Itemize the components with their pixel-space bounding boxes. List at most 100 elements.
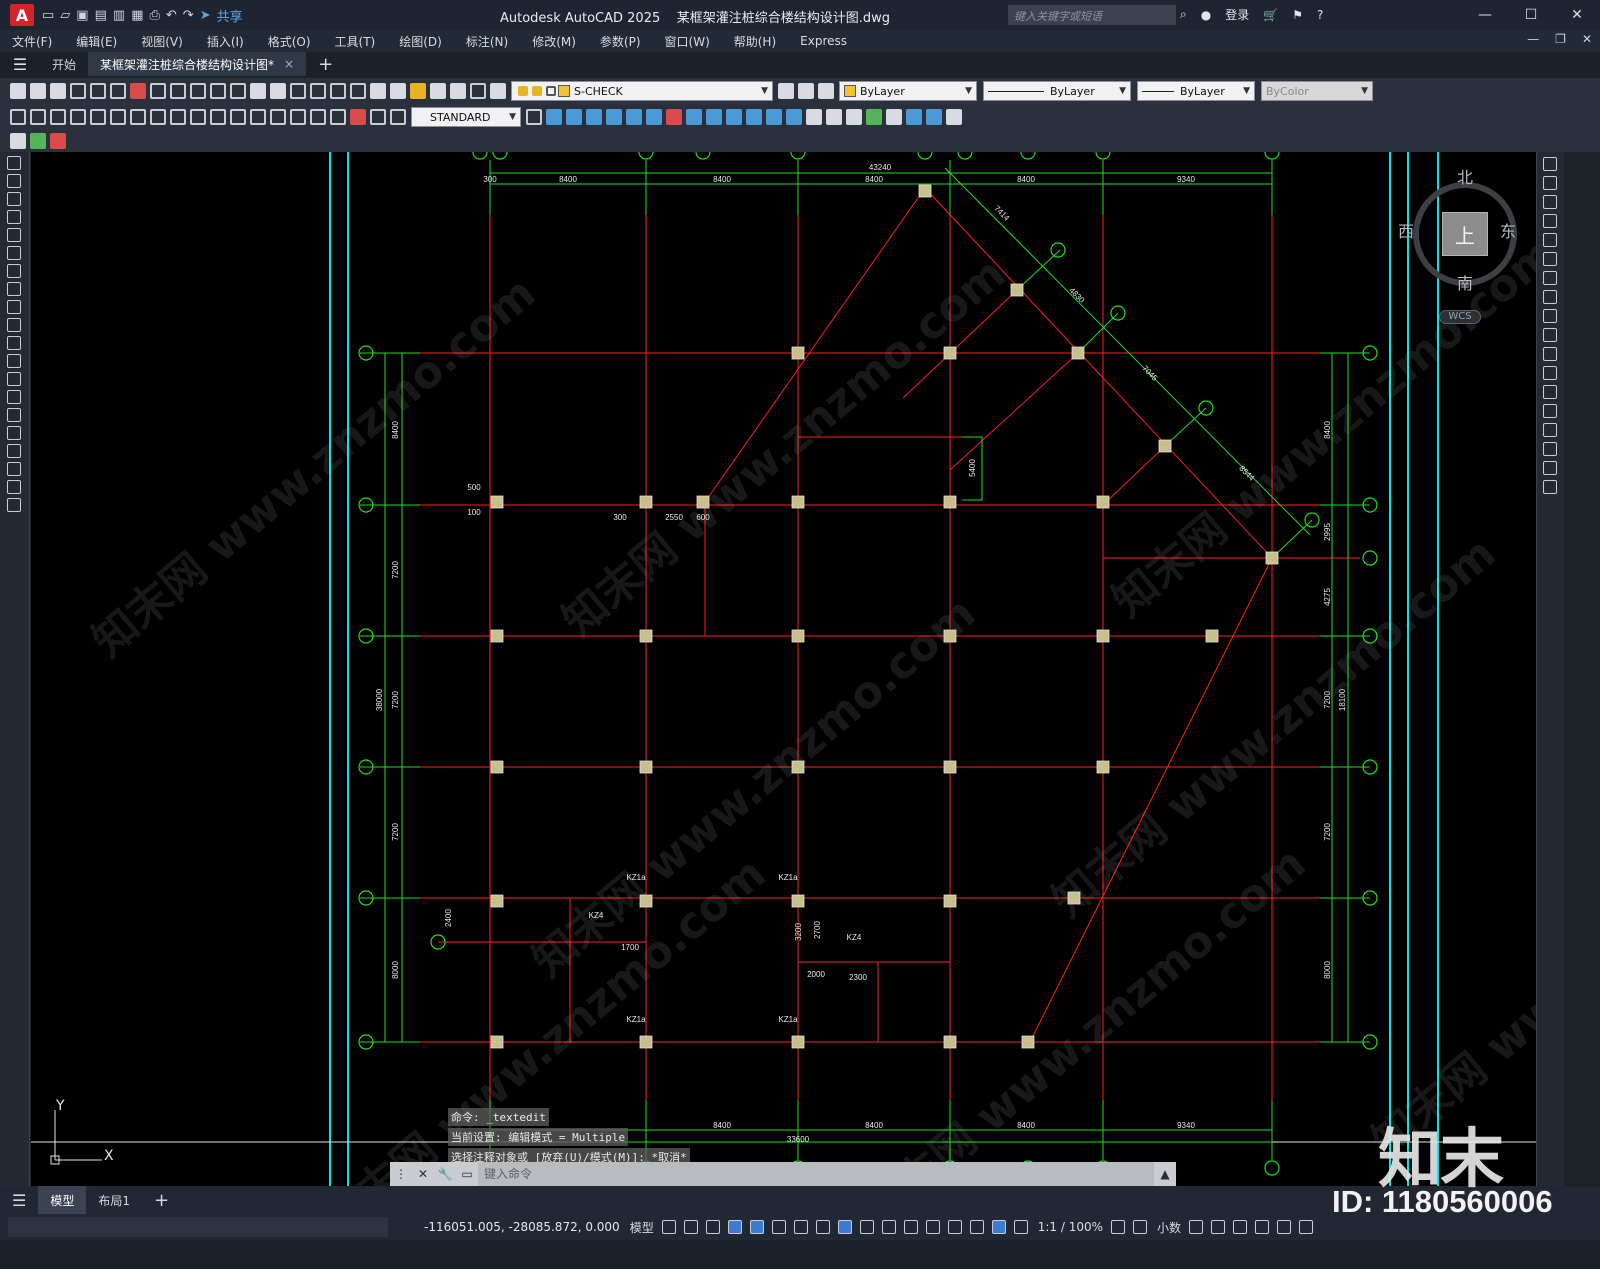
layer-states-icon[interactable] [818, 83, 834, 99]
zoom-window-icon[interactable] [330, 83, 346, 99]
annotation-monitor-icon[interactable] [1133, 1220, 1148, 1234]
explode-icon[interactable] [1543, 480, 1557, 494]
inspection-icon[interactable] [310, 109, 326, 125]
join-icon[interactable] [1543, 404, 1557, 418]
share-icon[interactable]: ➤ [200, 8, 211, 23]
graphics-performance-icon[interactable] [1255, 1220, 1270, 1234]
sheet-set-icon[interactable] [430, 83, 446, 99]
open-icon[interactable] [30, 83, 46, 99]
text-edit-icon[interactable] [10, 133, 26, 149]
table-icon[interactable] [7, 462, 21, 476]
break-icon[interactable] [1543, 385, 1557, 399]
customize-icon[interactable]: 🔧 [434, 1162, 456, 1186]
subtract-icon[interactable] [766, 109, 782, 125]
tab-start[interactable]: 开始 [40, 52, 88, 76]
dim-update-icon[interactable] [390, 109, 406, 125]
wcs-menu[interactable]: WCS [1439, 310, 1481, 324]
auto-scale-icon[interactable] [1013, 1220, 1028, 1234]
autocad-logo-icon[interactable]: A [10, 4, 34, 26]
jogged-linear-icon[interactable] [330, 109, 346, 125]
zoom-realtime-icon[interactable] [310, 83, 326, 99]
center-mark-icon[interactable] [290, 109, 306, 125]
cut-icon[interactable] [150, 83, 166, 99]
aligned-dim-icon[interactable] [30, 109, 46, 125]
revolve-icon[interactable] [686, 109, 702, 125]
ellipse-icon[interactable] [7, 318, 21, 332]
baseline-icon[interactable] [190, 109, 206, 125]
spline-icon[interactable] [7, 300, 21, 314]
new-file-icon[interactable]: ▭ [42, 8, 54, 23]
revision-cloud-icon[interactable] [7, 282, 21, 296]
tab-layout1[interactable]: 布局1 [86, 1186, 142, 1214]
minimize-icon[interactable]: — [1462, 0, 1508, 30]
ordinate-icon[interactable] [70, 109, 86, 125]
help-icon[interactable]: ? [1317, 8, 1323, 22]
clean-screen-icon[interactable] [1277, 1220, 1292, 1234]
slice-icon[interactable] [706, 109, 722, 125]
insert-block-icon[interactable] [7, 354, 21, 368]
menu-draw[interactable]: 绘图(D) [387, 33, 454, 50]
redo-icon[interactable]: ↷ [183, 8, 194, 23]
ellipse-arc-icon[interactable] [7, 336, 21, 350]
plot-toolbar-icon[interactable] [70, 83, 86, 99]
tolerance-icon[interactable] [270, 109, 286, 125]
imprint-icon[interactable] [846, 109, 862, 125]
cylinder-icon[interactable] [586, 109, 602, 125]
drawing-canvas[interactable]: 300 8400 8400 8400 43240 8400 9340 8400 8400 8400… [31, 152, 1536, 1186]
viewcube-top-face[interactable]: 上 [1442, 212, 1488, 256]
infer-constraints-icon[interactable] [705, 1220, 720, 1234]
object-snap-tracking-icon[interactable] [815, 1220, 830, 1234]
tab-model[interactable]: 模型 [38, 1186, 87, 1214]
compass-west[interactable]: 西 [1398, 218, 1414, 242]
erase-icon[interactable] [1543, 157, 1557, 171]
grip-icon[interactable]: ⋮ [390, 1162, 412, 1186]
design-center-icon[interactable] [390, 83, 406, 99]
extend-icon[interactable] [1543, 347, 1557, 361]
dynamic-input-icon[interactable] [727, 1220, 742, 1234]
3d-print-icon[interactable] [130, 83, 146, 99]
dim-style-icon[interactable] [526, 109, 542, 125]
compass-east[interactable]: 东 [1500, 218, 1516, 242]
menu-view[interactable]: 视图(V) [129, 33, 195, 50]
snap-icon[interactable] [683, 1220, 698, 1234]
open-file-icon[interactable]: ▱ [60, 8, 70, 23]
arc-length-icon[interactable] [50, 109, 66, 125]
selection-cycling-icon[interactable] [903, 1220, 918, 1234]
share-label[interactable]: 共享 [217, 6, 243, 25]
menu-dimension[interactable]: 标注(N) [454, 33, 520, 50]
lineweight-dropdown[interactable]: ByLayer ▼ [1137, 81, 1255, 101]
3d-osnap-icon[interactable] [925, 1220, 940, 1234]
dynamic-ucs-icon[interactable] [947, 1220, 962, 1234]
construction-line-icon[interactable] [7, 174, 21, 188]
shell-icon[interactable] [826, 109, 842, 125]
command-input[interactable]: 键入命令 [478, 1162, 1154, 1186]
extrude-faces-icon[interactable] [866, 109, 882, 125]
rotate-icon[interactable] [1543, 271, 1557, 285]
cone-icon[interactable] [606, 109, 622, 125]
rotate-faces-icon[interactable] [946, 109, 962, 125]
grid-icon[interactable] [661, 1220, 676, 1234]
new-tab-icon[interactable]: + [318, 54, 333, 75]
union-icon[interactable] [746, 109, 762, 125]
isometric-icon[interactable] [793, 1220, 808, 1234]
publish-icon[interactable] [110, 83, 126, 99]
paste-icon[interactable] [190, 83, 206, 99]
dim-space-icon[interactable] [230, 109, 246, 125]
jogged-icon[interactable] [110, 109, 126, 125]
menu-window[interactable]: 窗口(W) [653, 33, 722, 50]
menu-help[interactable]: 帮助(H) [722, 33, 788, 50]
plot-icon[interactable]: ⎙ [149, 8, 159, 23]
diameter-icon[interactable] [130, 109, 146, 125]
object-snap-icon[interactable] [837, 1220, 852, 1234]
move-faces-icon[interactable] [886, 109, 902, 125]
hatch-icon[interactable] [7, 408, 21, 422]
add-layout-icon[interactable]: + [142, 1186, 181, 1214]
expand-history-icon[interactable]: ▲ [1154, 1162, 1176, 1186]
save-toolbar-icon[interactable] [50, 83, 66, 99]
lock-ui-icon[interactable] [1211, 1220, 1226, 1234]
menu-insert[interactable]: 插入(I) [195, 33, 256, 50]
pan-icon[interactable] [290, 83, 306, 99]
plotstyle-dropdown[interactable]: ByColor ▼ [1261, 81, 1373, 101]
offset-icon[interactable] [1543, 214, 1557, 228]
save-icon[interactable]: ▣ [76, 8, 88, 23]
